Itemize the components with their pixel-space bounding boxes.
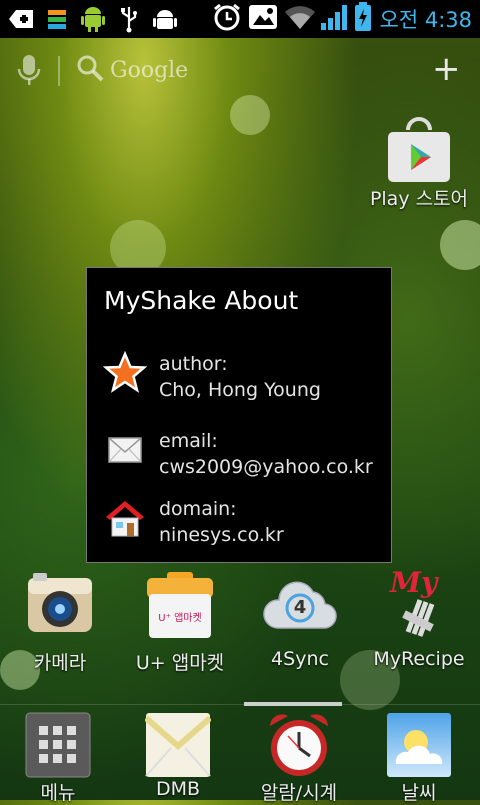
email-value: cws2009@yahoo.co.kr	[159, 456, 373, 478]
dialog-title: MyShake About	[104, 286, 299, 315]
dock-label: DMB	[155, 778, 201, 800]
uplus-market-icon-text: U⁺ 앱마켓	[158, 613, 202, 624]
page-indicator	[244, 702, 342, 706]
status-bar: 오전 4:38	[0, 0, 480, 38]
house-icon	[103, 496, 147, 540]
camera-icon	[25, 570, 95, 640]
android-robot-icon	[78, 4, 108, 34]
google-label: Google	[110, 57, 189, 83]
myrecipe-icon: My	[384, 566, 454, 640]
add-icon[interactable]: +	[432, 50, 461, 88]
search-icon	[76, 54, 104, 86]
4sync-cloud-icon: 4	[263, 570, 337, 640]
bokeh-light	[440, 220, 480, 270]
myrecipe-icon-text: My	[390, 566, 438, 599]
dock-divider	[0, 704, 480, 705]
app-label: MyRecipe	[373, 648, 465, 670]
domain-row: domain: ninesys.co.kr	[103, 496, 383, 556]
app-play-store[interactable]: Play 스토어	[360, 116, 478, 211]
app-uplus-market[interactable]: U⁺ 앱마켓 U+ 앱마켓	[120, 570, 240, 675]
status-right-cluster: 오전 4:38	[212, 2, 480, 36]
about-dialog: MyShake About author: Cho, Hong Young em…	[86, 267, 392, 563]
alarm-clock-icon	[212, 2, 242, 36]
author-row: author: Cho, Hong Young	[102, 350, 383, 411]
bokeh-light	[230, 95, 270, 135]
envelope-icon	[103, 428, 147, 472]
app-label: 4Sync	[271, 648, 329, 670]
add-box-icon	[6, 4, 36, 34]
dock-menu[interactable]: 메뉴	[0, 712, 116, 805]
search-divider	[58, 56, 60, 86]
app-label: U+ 앱마켓	[135, 652, 225, 674]
mic-icon[interactable]	[16, 54, 42, 92]
usb-icon	[114, 4, 144, 34]
dock-dmb[interactable]: DMB	[120, 712, 236, 800]
dock-weather[interactable]: 날씨	[360, 712, 478, 805]
4sync-icon-text: 4	[293, 597, 307, 618]
author-label: author:	[159, 353, 228, 375]
dock-label: 날씨	[401, 782, 437, 804]
weather-icon	[386, 712, 452, 778]
color-bars-icon	[42, 4, 72, 34]
android-debug-icon	[150, 4, 180, 34]
app-myrecipe[interactable]: My MyRecipe	[358, 566, 480, 670]
status-time: 오전 4:38	[379, 8, 472, 32]
app-grid-icon	[25, 712, 91, 778]
play-store-icon	[384, 116, 454, 184]
dock-label: 메뉴	[40, 782, 76, 804]
google-search-field[interactable]: Google	[76, 54, 188, 86]
author-value: Cho, Hong Young	[159, 379, 321, 401]
author-text: author: Cho, Hong Young	[159, 351, 321, 403]
dock-alarm-clock[interactable]: 알람/시계	[240, 708, 358, 805]
search-widget[interactable]: Google +	[0, 44, 480, 94]
app-4sync[interactable]: 4 4Sync	[240, 570, 360, 670]
app-label: 카메라	[33, 652, 87, 674]
signal-icon	[320, 3, 350, 35]
domain-label: domain:	[159, 498, 237, 520]
wifi-icon	[284, 4, 316, 34]
email-label: email:	[159, 430, 218, 452]
alarm-clock-app-icon	[264, 708, 334, 778]
app-label: Play 스토어	[369, 188, 469, 210]
dmb-envelope-icon	[144, 712, 212, 778]
app-camera[interactable]: 카메라	[0, 570, 120, 675]
domain-text: domain: ninesys.co.kr	[159, 496, 284, 548]
email-row: email: cws2009@yahoo.co.kr	[103, 428, 383, 488]
uplus-market-icon: U⁺ 앱마켓	[145, 570, 215, 640]
gallery-icon	[248, 4, 278, 34]
email-text: email: cws2009@yahoo.co.kr	[159, 428, 373, 480]
star-icon	[102, 350, 148, 395]
dock-label: 알람/시계	[260, 782, 338, 804]
battery-charging-icon	[354, 2, 372, 36]
domain-value: ninesys.co.kr	[159, 524, 284, 546]
